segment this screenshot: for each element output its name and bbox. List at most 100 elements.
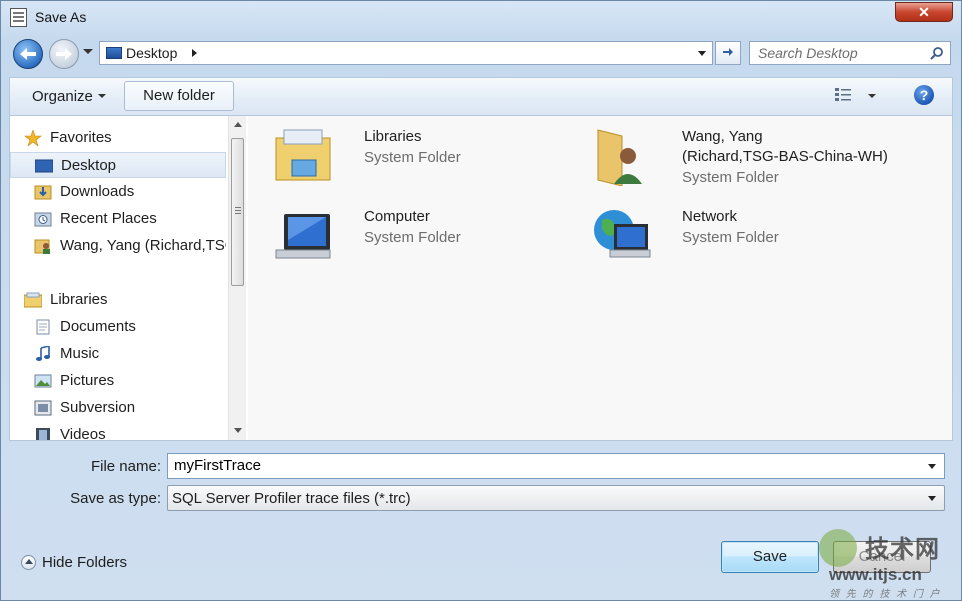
sidebar-group-libraries[interactable]: Libraries: [10, 287, 226, 313]
title-bar[interactable]: Save As ✕: [1, 1, 961, 33]
sidebar-item-music[interactable]: Music: [10, 341, 226, 367]
search-icon: [930, 47, 943, 60]
file-name-input[interactable]: [174, 457, 914, 474]
sidebar-item-downloads[interactable]: Downloads: [10, 179, 226, 205]
network-icon: [594, 210, 651, 258]
refresh-button[interactable]: [715, 41, 741, 65]
view-options-dropdown[interactable]: [868, 94, 876, 98]
forward-button[interactable]: [49, 39, 79, 69]
scroll-down-icon[interactable]: [234, 428, 242, 433]
save-as-dialog: Save As ✕ Desktop Organize New folder: [0, 0, 962, 601]
documents-icon: [36, 319, 50, 335]
scroll-thumb[interactable]: [231, 138, 244, 286]
recent-locations-dropdown[interactable]: [83, 49, 93, 54]
user-folder-icon: [597, 129, 642, 186]
window-title: Save As: [35, 9, 87, 25]
videos-icon: [36, 428, 50, 440]
navigation-scrollbar[interactable]: [228, 116, 246, 440]
sidebar-item-label: Videos: [60, 426, 106, 440]
command-bar: Organize New folder ?: [9, 77, 953, 115]
close-button[interactable]: ✕: [895, 2, 953, 22]
sidebar-item-label: Subversion: [60, 399, 136, 416]
address-breadcrumb[interactable]: Desktop: [126, 45, 177, 61]
sidebar-item-videos[interactable]: Videos: [10, 422, 226, 440]
search-input[interactable]: [758, 45, 928, 61]
sidebar-item-user-folder[interactable]: Wang, Yang (Richard,TSG-BAS-China-WH): [10, 233, 226, 259]
save-button[interactable]: Save: [721, 541, 819, 573]
computer-icon: [275, 214, 331, 259]
back-button[interactable]: [13, 39, 43, 69]
sidebar-item-subversion[interactable]: Subversion: [10, 395, 226, 421]
list-item-user-folder[interactable]: Wang, Yang (Richard,TSG-BAS-China-WH) Sy…: [592, 126, 892, 196]
item-name: Libraries: [364, 128, 422, 145]
organize-caret-icon[interactable]: [98, 94, 106, 98]
subversion-icon: [34, 400, 52, 416]
sidebar-group-favorites[interactable]: Favorites: [10, 125, 226, 151]
file-name-dropdown-icon[interactable]: [928, 464, 936, 469]
watermark-logo-text: 技术网: [865, 536, 940, 563]
organize-button[interactable]: Organize: [32, 88, 93, 105]
star-icon: [24, 130, 42, 146]
sidebar-item-desktop[interactable]: Desktop: [10, 152, 226, 178]
save-document-icon: [10, 8, 27, 27]
collapse-up-icon: [21, 555, 36, 570]
file-name-label: File name:: [90, 458, 161, 475]
sidebar-item-documents[interactable]: Documents: [10, 314, 226, 340]
sidebar-item-pictures[interactable]: Pictures: [10, 368, 226, 394]
list-item-computer[interactable]: Computer System Folder: [274, 206, 574, 276]
user-folder-icon: [34, 239, 50, 254]
item-name: Network: [682, 208, 738, 225]
forward-arrow-icon: [56, 48, 72, 60]
save-as-type-value: SQL Server Profiler trace files (*.trc): [172, 490, 411, 507]
scroll-up-icon[interactable]: [234, 122, 242, 127]
sidebar-item-label: Wang, Yang (Richard,TSG-BAS-China-WH): [60, 237, 226, 254]
sidebar-item-label: Music: [60, 345, 100, 362]
list-item-network[interactable]: Network System Folder: [592, 206, 892, 276]
item-type: System Folder: [364, 229, 461, 246]
search-box[interactable]: [749, 41, 951, 65]
item-type: System Folder: [682, 169, 779, 186]
address-bar[interactable]: Desktop: [99, 41, 713, 65]
libraries-icon: [275, 129, 331, 181]
navigation-bar: Desktop: [1, 37, 961, 73]
grip-icon: [235, 207, 241, 208]
sidebar-item-recent-places[interactable]: Recent Places: [10, 206, 226, 232]
sidebar-group-label: Favorites: [50, 129, 112, 146]
watermark-url: www.itjs.cn: [829, 565, 922, 584]
file-list: Libraries System Folder Wang, Yang (Rich…: [248, 116, 952, 440]
item-type: System Folder: [364, 149, 461, 166]
watermark-logo-icon: [819, 529, 857, 567]
item-name: Wang, Yang: [682, 128, 763, 145]
music-icon: [36, 346, 50, 361]
navigation-pane: Favorites Desktop Downloads Recent Place…: [10, 116, 228, 440]
save-as-type-label: Save as type:: [70, 490, 161, 507]
watermark: 技术网 www.itjs.cn 领 先 的 技 术 门 户: [819, 525, 959, 600]
breadcrumb-chevron-icon[interactable]: [192, 49, 197, 57]
back-arrow-icon: [20, 48, 36, 60]
item-type: System Folder: [682, 229, 779, 246]
desktop-icon: [35, 159, 53, 173]
refresh-icon: [723, 48, 733, 56]
save-as-type-select[interactable]: SQL Server Profiler trace files (*.trc): [167, 485, 945, 511]
list-item-libraries[interactable]: Libraries System Folder: [274, 126, 574, 196]
sidebar-item-label: Documents: [60, 318, 136, 335]
browser-panes: Favorites Desktop Downloads Recent Place…: [9, 115, 953, 441]
save-as-type-dropdown-icon[interactable]: [928, 496, 936, 501]
sidebar-item-label: Downloads: [60, 183, 135, 200]
downloads-icon: [34, 185, 52, 200]
sidebar-item-label: Recent Places: [60, 210, 157, 227]
sidebar-item-label: Pictures: [60, 372, 115, 389]
save-fields: File name: Save as type: SQL Server Prof…: [1, 441, 961, 521]
file-name-combobox[interactable]: [167, 453, 945, 479]
desktop-icon: [106, 47, 122, 59]
hide-folders-label: Hide Folders: [42, 554, 128, 571]
pictures-icon: [34, 374, 52, 388]
recent-places-icon: [34, 212, 52, 227]
sidebar-group-label: Libraries: [50, 291, 108, 308]
libraries-icon: [24, 292, 42, 308]
change-view-icon[interactable]: [834, 87, 854, 103]
help-button[interactable]: ?: [914, 85, 934, 105]
address-dropdown-icon[interactable]: [698, 51, 706, 56]
new-folder-button[interactable]: New folder: [124, 81, 234, 111]
item-name-detail: (Richard,TSG-BAS-China-WH): [682, 148, 888, 165]
